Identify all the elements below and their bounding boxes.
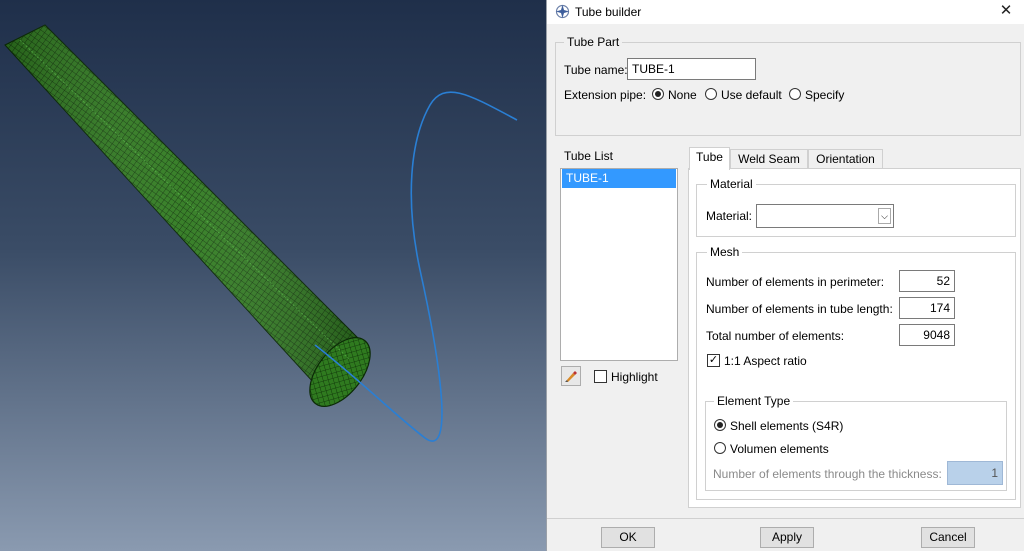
aspect-ratio-checkbox[interactable]: ✓ [707, 354, 720, 367]
total-label: Total number of elements: [706, 329, 845, 343]
extension-default-radio[interactable] [705, 88, 717, 100]
tube-part-group: Tube Part Tube name: Extension pipe: Non… [555, 35, 1021, 136]
element-type-legend: Element Type [714, 394, 794, 408]
tube-part-legend: Tube Part [564, 35, 623, 49]
length-label: Number of elements in tube length: [706, 302, 893, 316]
compass-icon [555, 4, 570, 19]
tube-name-label: Tube name: [564, 63, 628, 77]
tab-tube[interactable]: Tube [689, 147, 730, 170]
extension-specify-radio[interactable] [789, 88, 801, 100]
title-bar[interactable]: Tube builder ✕ [547, 0, 1024, 24]
thickness-label: Number of elements through the thickness… [713, 467, 942, 481]
tube-list[interactable]: TUBE-1 [560, 168, 678, 361]
highlight-tool-button[interactable] [561, 366, 581, 386]
tube-tab-panel: Material Material: ⌵ Mesh Number of elem… [688, 168, 1021, 508]
length-input[interactable] [899, 297, 955, 319]
tube-list-legend: Tube List [561, 149, 616, 163]
shell-elements-label: Shell elements (S4R) [730, 419, 844, 433]
extension-none-label: None [668, 88, 697, 102]
tube-name-input[interactable] [627, 58, 756, 80]
list-item[interactable]: TUBE-1 [562, 169, 676, 188]
extension-default-label: Use default [721, 88, 782, 102]
viewport-canvas[interactable] [0, 0, 546, 551]
thickness-input [947, 461, 1003, 485]
chevron-down-icon[interactable]: ⌵ [878, 208, 891, 224]
total-input[interactable] [899, 324, 955, 346]
tube-builder-dialog: Tube builder ✕ Tube Part Tube name: Exte… [546, 0, 1024, 551]
tab-orientation[interactable]: Orientation [808, 149, 883, 169]
perimeter-input[interactable] [899, 270, 955, 292]
cancel-button[interactable]: Cancel [921, 527, 975, 548]
volumen-elements-radio[interactable] [714, 442, 726, 454]
material-group: Material Material: ⌵ [696, 177, 1016, 237]
extension-none-radio[interactable] [652, 88, 664, 100]
material-label: Material: [706, 209, 753, 223]
extension-pipe-label: Extension pipe: [564, 88, 647, 102]
mesh-legend: Mesh [707, 245, 743, 259]
highlight-checkbox[interactable] [594, 370, 607, 383]
apply-button[interactable]: Apply [760, 527, 814, 548]
tab-weld-seam[interactable]: Weld Seam [730, 149, 808, 169]
volumen-elements-label: Volumen elements [730, 442, 829, 456]
dialog-title: Tube builder [575, 5, 642, 19]
aspect-ratio-label: 1:1 Aspect ratio [724, 354, 807, 368]
material-select[interactable]: ⌵ [756, 204, 894, 228]
tube-mesh[interactable] [4, 24, 382, 417]
material-legend: Material [707, 177, 756, 191]
highlight-label: Highlight [611, 370, 658, 384]
element-type-group: Element Type Shell elements (S4R) Volume… [705, 394, 1007, 491]
mesh-group: Mesh Number of elements in perimeter: Nu… [696, 245, 1016, 500]
shell-elements-radio[interactable] [714, 419, 726, 431]
brush-icon [565, 371, 577, 382]
extension-specify-label: Specify [805, 88, 845, 102]
close-icon[interactable]: ✕ [993, 0, 1019, 22]
perimeter-label: Number of elements in perimeter: [706, 275, 885, 289]
button-separator [547, 518, 1024, 519]
ok-button[interactable]: OK [601, 527, 655, 548]
viewport-scene [4, 24, 518, 442]
